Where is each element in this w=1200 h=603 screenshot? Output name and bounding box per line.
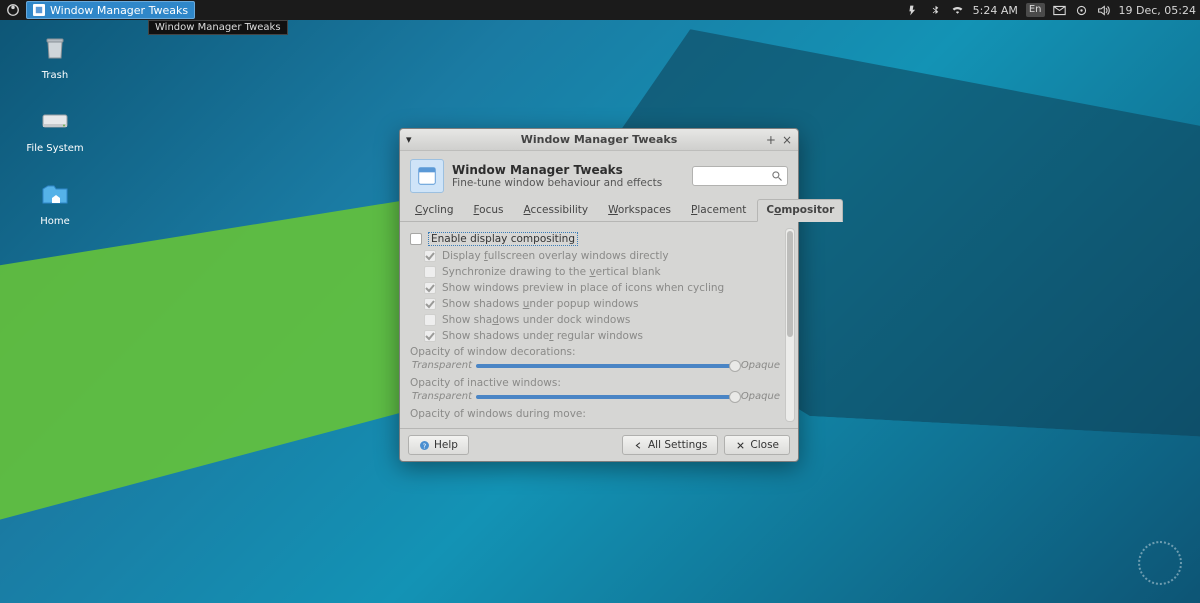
close-window-button[interactable]: ×	[782, 133, 792, 147]
desktop-icon-label: Trash	[20, 70, 90, 81]
settings-search-input[interactable]	[692, 166, 788, 186]
window-menu-icon[interactable]: ▾	[406, 133, 412, 146]
tab-bar: CyclingFocusAccessibilityWorkspacesPlace…	[400, 199, 798, 222]
close-button[interactable]: Close	[724, 435, 790, 455]
app-icon	[410, 159, 444, 193]
clock-time[interactable]: 5:24 AM	[973, 4, 1018, 17]
tab-cycling[interactable]: Cycling	[406, 199, 463, 221]
minimize-button[interactable]: +	[766, 133, 776, 147]
help-button[interactable]: ? Help	[408, 435, 469, 455]
checkbox-option-4[interactable]: Show shadows under dock windows	[424, 314, 780, 326]
slider-max-label: Opaque	[741, 391, 780, 402]
taskbar-item-label: Window Manager Tweaks	[50, 4, 188, 17]
taskbar-tooltip: Window Manager Tweaks	[148, 20, 288, 35]
desktop-icon-label: Home	[20, 216, 90, 227]
network-icon[interactable]	[951, 3, 965, 17]
slider-min-label: Transparent	[410, 391, 472, 402]
checkbox-option-2[interactable]: Show windows preview in place of icons w…	[424, 282, 780, 294]
window-icon	[33, 4, 45, 16]
desktop-icon-label: File System	[20, 143, 90, 154]
checkbox-label: Enable display compositing	[428, 232, 578, 246]
taskbar-item-wmtweaks[interactable]: Window Manager Tweaks	[26, 1, 195, 19]
tab-placement[interactable]: Placement	[682, 199, 755, 221]
volume-icon[interactable]	[1097, 3, 1111, 17]
checkbox-enable-compositing[interactable]: Enable display compositing	[410, 232, 780, 246]
tab-accessibility[interactable]: Accessibility	[515, 199, 598, 221]
workspace-switcher[interactable]	[1138, 541, 1182, 585]
all-settings-button[interactable]: All Settings	[622, 435, 718, 455]
svg-text:?: ?	[423, 442, 427, 450]
notify-icon[interactable]	[1075, 3, 1089, 17]
desktop-icon-home[interactable]: Home	[20, 176, 90, 227]
desktop-icons: Trash File System Home	[20, 30, 90, 249]
header-subtitle: Fine-tune window behaviour and effects	[452, 177, 662, 189]
folder-home-icon	[37, 176, 73, 212]
checkbox-label: Display fullscreen overlay windows direc…	[442, 250, 669, 262]
checkbox-label: Show shadows under dock windows	[442, 314, 630, 326]
slider-max-label: Opaque	[741, 360, 780, 371]
opacity-slider-0[interactable]	[476, 364, 737, 368]
power-icon[interactable]	[907, 3, 921, 17]
checkbox-label: Show windows preview in place of icons w…	[442, 282, 724, 294]
opacity-slider-1[interactable]	[476, 395, 737, 399]
checkbox-option-0[interactable]: Display fullscreen overlay windows direc…	[424, 250, 780, 262]
titlebar[interactable]: ▾ Window Manager Tweaks + ×	[400, 129, 798, 151]
search-icon	[771, 170, 783, 182]
keyboard-indicator[interactable]: En	[1026, 3, 1045, 17]
settings-window: ▾ Window Manager Tweaks + × Window Manag…	[399, 128, 799, 462]
vertical-scrollbar[interactable]	[785, 228, 795, 422]
drive-icon	[37, 103, 73, 139]
desktop-icon-filesystem[interactable]: File System	[20, 103, 90, 154]
slider-title: Opacity of inactive windows:	[410, 377, 780, 389]
top-panel: Window Manager Tweaks 5:24 AM En 19 Dec,…	[0, 0, 1200, 20]
header-title: Window Manager Tweaks	[452, 163, 662, 177]
bluetooth-icon[interactable]	[929, 3, 943, 17]
clock-date[interactable]: 19 Dec, 05:24	[1119, 4, 1196, 17]
tab-compositor[interactable]: Compositor	[757, 199, 843, 222]
window-title: Window Manager Tweaks	[400, 133, 798, 146]
mail-icon[interactable]	[1053, 3, 1067, 17]
slider-min-label: Transparent	[410, 360, 472, 371]
checkbox-option-1[interactable]: Synchronize drawing to the vertical blan…	[424, 266, 780, 278]
tab-workspaces[interactable]: Workspaces	[599, 199, 680, 221]
start-menu-button[interactable]	[4, 1, 22, 19]
checkbox-label: Synchronize drawing to the vertical blan…	[442, 266, 661, 278]
desktop-icon-trash[interactable]: Trash	[20, 30, 90, 81]
checkbox-label: Show shadows under regular windows	[442, 330, 643, 342]
checkbox-label: Show shadows under popup windows	[442, 298, 639, 310]
trash-icon	[37, 30, 73, 66]
checkbox-option-5[interactable]: Show shadows under regular windows	[424, 330, 780, 342]
checkbox-option-3[interactable]: Show shadows under popup windows	[424, 298, 780, 310]
tab-focus[interactable]: Focus	[465, 199, 513, 221]
slider-title: Opacity of windows during move:	[410, 408, 780, 420]
slider-title: Opacity of window decorations:	[410, 346, 780, 358]
